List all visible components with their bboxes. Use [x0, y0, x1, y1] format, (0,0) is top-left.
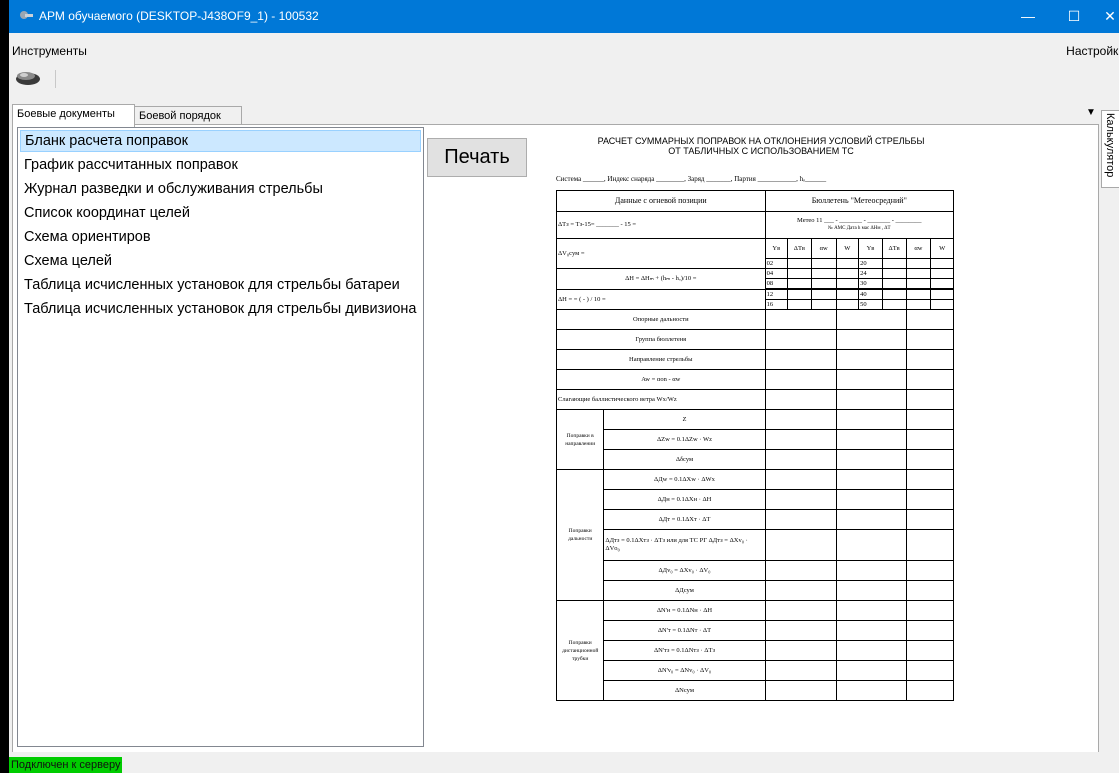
col-header: αw — [810, 238, 837, 259]
title-bar[interactable]: АРМ обучаемого (DESKTOP-J438OF9_1) - 100… — [9, 0, 1119, 33]
dV-label: ΔV₀сум = — [556, 238, 766, 269]
height-cell: 20 — [858, 258, 883, 269]
form-params: Система ______, Индекс снаряда ________,… — [556, 175, 827, 183]
height-cell: 50 — [858, 299, 883, 310]
toolbar-separator — [55, 70, 56, 88]
col-header: Yв — [858, 238, 883, 259]
list-item[interactable]: Таблица исчисленных установок для стрель… — [20, 274, 421, 296]
height-cell: 24 — [858, 268, 883, 279]
form-row-label: ΔN'v₀ = ΔNv₀ · ΔV₀ — [603, 660, 766, 681]
connection-status: Подключен к серверу — [9, 757, 123, 773]
form-row-label: ΔNсум — [603, 680, 766, 701]
form-table: Данные с огневой позиции Бюллетень "Мете… — [555, 190, 955, 701]
form-row-label: Группа бюллетеня — [556, 329, 766, 350]
print-button[interactable]: Печать — [427, 138, 527, 177]
list-item[interactable]: Бланк расчета поправок — [20, 130, 421, 152]
range-label: Поправки дальности — [555, 469, 605, 601]
form-title: РАСЧЕТ СУММАРНЫХ ПОПРАВОК НА ОТКЛОНЕНИЯ … — [556, 136, 966, 156]
window-title: АРМ обучаемого (DESKTOP-J438OF9_1) - 100… — [39, 9, 319, 23]
form-row-label: Направление стрельбы — [556, 349, 766, 370]
form-row-label: ΔДсум — [603, 580, 766, 601]
list-item[interactable]: Журнал разведки и обслуживания стрельбы — [20, 178, 421, 200]
dH-calc: ΔH = = ( - ) / 10 = — [556, 289, 766, 310]
document-list[interactable]: Бланк расчета поправок График рассчитанн… — [17, 127, 424, 747]
form-row-label: ΔДw = 0.1ΔXw · ΔWx — [603, 469, 766, 490]
correction-form: РАСЧЕТ СУММАРНЫХ ПОПРАВОК НА ОТКЛОНЕНИЯ … — [555, 136, 976, 731]
form-row-label: ΔZw = 0.1ΔZw · Wz — [603, 429, 766, 450]
tab-calculator[interactable]: Калькулятор — [1101, 110, 1119, 188]
fuse-label: Поправки дистанционной трубки — [555, 600, 605, 701]
menu-tools[interactable]: Инструменты — [12, 44, 87, 58]
list-item[interactable]: График рассчитанных поправок — [20, 154, 421, 176]
form-row-label: ΔДv₀ = ΔXv₀ · ΔV₀ — [603, 560, 766, 581]
form-row-label: Aw = αon - αw — [556, 369, 766, 390]
height-cell: 16 — [764, 299, 789, 310]
form-row-label: ΔN'н = 0.1ΔNн · ΔH — [603, 600, 766, 621]
app-window: АРМ обучаемого (DESKTOP-J438OF9_1) - 100… — [9, 0, 1119, 773]
col-header: Yв — [764, 238, 789, 259]
meteo-cell: Метео 11 ___ - _______ - _______ - _____… — [764, 211, 955, 239]
direction-label: Поправки в направлении — [555, 409, 605, 470]
form-title-line1: РАСЧЕТ СУММАРНЫХ ПОПРАВОК НА ОТКЛОНЕНИЯ … — [597, 136, 925, 146]
form-row-label: Слагающие баллистического ветра Wx/Wz — [556, 389, 766, 410]
col-header: W — [835, 238, 860, 259]
menu-settings[interactable]: Настройки — [1066, 44, 1119, 58]
height-cell: 02 — [764, 258, 789, 269]
form-row-label: Z — [603, 409, 766, 430]
form-row-label: ΔN'т = 0.1ΔNт · ΔT — [603, 620, 766, 641]
app-icon — [20, 11, 33, 19]
col-header: W — [930, 238, 954, 259]
status-bar: Подключен к серверу — [9, 752, 1119, 773]
meteo-line: Метео 11 ___ - _______ - _______ - _____… — [797, 217, 922, 224]
list-item[interactable]: Список координат целей — [20, 202, 421, 224]
dT-formula: ΔTз = Tз-15= _______ - 15 = — [556, 211, 766, 239]
list-item[interactable]: Схема ориентиров — [20, 226, 421, 248]
list-item[interactable]: Таблица исчисленных установок для стрель… — [20, 298, 421, 320]
close-button[interactable]: ✕ — [1097, 0, 1119, 33]
list-item[interactable]: Схема целей — [20, 250, 421, 272]
tab-calculator-label: Калькулятор — [1104, 113, 1116, 178]
documents-panel: Бланк расчета поправок График рассчитанн… — [12, 124, 1099, 754]
minimize-button[interactable]: — — [1005, 0, 1051, 33]
printer-icon[interactable] — [13, 67, 47, 87]
meteo-sub: № АМС Дата h мас ΔHм , ΔT — [828, 226, 891, 231]
tab-combat-order[interactable]: Боевой порядок — [134, 106, 242, 126]
height-cell: 30 — [858, 278, 883, 289]
form-row-label: ΔДтз = 0.1ΔXтз · ΔTз или для ТС РГ ΔДтз … — [603, 529, 766, 561]
form-row-label: ΔДт = 0.1ΔXт · ΔT — [603, 509, 766, 530]
menu-bar: Инструменты Настройки — [9, 44, 1119, 62]
col-header: ΔTв — [881, 238, 907, 259]
collapse-icon[interactable]: ▼ — [1086, 107, 1096, 118]
height-cell: 40 — [858, 289, 883, 300]
height-cell: 04 — [764, 268, 789, 279]
tab-combat-documents[interactable]: Боевые документы — [12, 104, 135, 127]
maximize-button[interactable]: ☐ — [1051, 0, 1097, 33]
form-title-line2: ОТ ТАБЛИЧНЫХ С ИСПОЛЬЗОВАНИЕМ ТС — [668, 146, 854, 156]
form-row-label: Опорные дальности — [556, 309, 766, 330]
height-cell: 08 — [764, 278, 789, 289]
col-header: αw — [905, 238, 932, 259]
dH-formula: ΔH = ΔHₘ + (hₘ - hₒ)/10 = — [556, 268, 766, 290]
col-header: ΔTв — [787, 238, 812, 259]
form-row-label: Δδсум — [603, 449, 766, 470]
form-row-label: ΔДн = 0.1ΔXн · ΔH — [603, 489, 766, 510]
height-cell: 12 — [764, 289, 789, 300]
form-row-label: ΔN'тз = 0.1ΔNтз · ΔTз — [603, 640, 766, 661]
fire-position-header: Данные с огневой позиции — [556, 190, 766, 212]
bulletin-header: Бюллетень "Метеосредний" — [764, 190, 955, 212]
